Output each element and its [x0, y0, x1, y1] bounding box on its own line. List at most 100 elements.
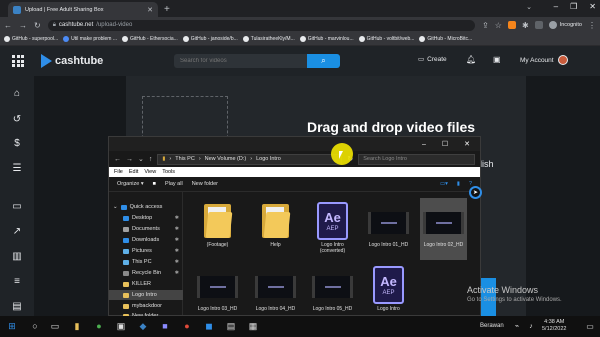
nav-mybackdoor[interactable]: mybackdoor	[109, 301, 183, 311]
dollar-icon[interactable]: $	[11, 138, 23, 149]
browser-menu-icon[interactable]: ⋮	[588, 21, 596, 30]
bookmark-item[interactable]: GitHub - MicroBitc...	[419, 36, 472, 42]
bookmark-item[interactable]: GitHub - janoside/b...	[182, 36, 238, 42]
file-item[interactable]: Logo Intro 03_HD	[194, 262, 241, 324]
file-item[interactable]: Logo Intro 01_HD	[365, 198, 412, 260]
site-logo[interactable]: cashtube	[41, 54, 103, 68]
app-taskbar-icon[interactable]: ▣	[116, 321, 126, 331]
maximize-icon[interactable]: ❐	[570, 2, 577, 11]
new-folder-button[interactable]: New folder	[192, 181, 218, 187]
menu-view[interactable]: View	[144, 169, 156, 175]
reload-icon[interactable]: ↻	[34, 21, 41, 30]
file-item[interactable]: Help	[252, 198, 299, 260]
volume-icon[interactable]: ♪	[526, 321, 536, 331]
app-taskbar-icon-3[interactable]: ●	[182, 321, 192, 331]
menu-edit[interactable]: Edit	[129, 169, 138, 175]
close-tab-icon[interactable]: ✕	[147, 6, 153, 14]
home-icon[interactable]: ⌂	[11, 88, 23, 99]
search-icon[interactable]: ○	[30, 321, 40, 331]
video-icon[interactable]: ▭	[11, 201, 23, 212]
back-icon[interactable]: ←	[4, 21, 12, 30]
nav-logo-intro[interactable]: Logo Intro	[109, 290, 183, 300]
stats-icon[interactable]: ▥	[11, 251, 23, 262]
back-icon[interactable]: ←	[114, 156, 121, 163]
maximize-icon[interactable]: ☐	[442, 140, 448, 148]
apps-grid-icon[interactable]	[12, 55, 24, 67]
file-item[interactable]: Ae AEP Logo Intro (converted)	[309, 198, 356, 260]
path-segment[interactable]: New Volume (D:)	[205, 156, 247, 162]
nav-quick-access[interactable]: ⌄ Quick access	[109, 202, 183, 212]
path-segment[interactable]: This PC	[175, 156, 195, 162]
history-icon[interactable]: ↺	[11, 114, 23, 125]
bookmark-item[interactable]: GitHub - superpool...	[4, 36, 58, 42]
path-segment[interactable]: Logo Intro	[256, 156, 281, 162]
tab-search-icon[interactable]: ⌄	[526, 3, 532, 11]
account-menu[interactable]: My Account	[520, 55, 568, 65]
explorer-search[interactable]: Search Logo Intro	[358, 153, 475, 165]
taskbar-clock[interactable]: 4:38 AM 5/12/2022	[542, 319, 566, 333]
new-tab-icon[interactable]: +	[164, 4, 170, 15]
bookmark-item[interactable]: GitHub - marvinlou...	[299, 36, 354, 42]
minimize-icon[interactable]: –	[554, 2, 558, 11]
play-all-button[interactable]: Play all	[165, 181, 183, 187]
up-icon[interactable]: ↑	[149, 156, 153, 163]
file-item[interactable]: Logo Intro 04_HD	[252, 262, 299, 324]
keyboard-language[interactable]: Berawan	[480, 323, 504, 329]
view-options-icon[interactable]: ■	[153, 181, 156, 187]
task-view-icon[interactable]: ▭	[50, 321, 60, 331]
site-search-input[interactable]	[174, 54, 307, 68]
settings-icon[interactable]: ▤	[11, 301, 23, 312]
file-item[interactable]: (Footage)	[194, 198, 241, 260]
nav-killer[interactable]: KILLER	[109, 279, 183, 289]
incognito-indicator[interactable]: Incognito	[548, 21, 582, 29]
bookmark-star-icon[interactable]: ☆	[495, 21, 502, 30]
recent-locations-icon[interactable]: ⌄	[138, 155, 144, 163]
share-icon[interactable]: ⇪	[482, 21, 489, 30]
close-window-icon[interactable]: ✕	[589, 2, 596, 11]
nav-desktop[interactable]: Desktop ✱	[109, 213, 183, 223]
create-button[interactable]: ▭ Create	[418, 55, 447, 64]
network-icon[interactable]: ⌁	[512, 321, 522, 331]
nav-documents[interactable]: Documents ✱	[109, 224, 183, 234]
explorer-path[interactable]: ▮ › This PC › New Volume (D:) › Logo Int…	[157, 153, 343, 165]
notifications-icon[interactable]: ▭	[585, 321, 595, 331]
notification-bell-icon[interactable]: 🔔︎	[466, 55, 476, 64]
chrome-taskbar-icon[interactable]: ●	[94, 321, 104, 331]
organize-button[interactable]: Organize ▾	[117, 181, 144, 187]
address-bar[interactable]: 🔒︎ cashtube.net/upload-video	[47, 19, 476, 31]
bookmark-item[interactable]: Util make problem ...	[63, 36, 117, 42]
nav-this-pc[interactable]: This PC ✱	[109, 257, 183, 267]
menu-tools[interactable]: Tools	[162, 169, 175, 175]
forward-icon[interactable]: →	[126, 156, 133, 163]
file-explorer-taskbar-icon[interactable]: ▮	[72, 321, 82, 331]
app-taskbar-icon-4[interactable]: ◼	[204, 321, 214, 331]
menu-file[interactable]: File	[114, 169, 123, 175]
extensions-icon[interactable]: ✱	[522, 21, 529, 30]
nav-recycle-bin[interactable]: Recycle Bin ✱	[109, 268, 183, 278]
change-view-icon[interactable]: ▭▾	[440, 181, 448, 187]
sidepanel-icon[interactable]	[534, 21, 543, 29]
file-item[interactable]: Ae AEP Logo Intro	[365, 262, 412, 324]
list-icon[interactable]: ≡	[11, 276, 23, 287]
app-taskbar-icon-6[interactable]: ▦	[248, 321, 258, 331]
file-item-selected[interactable]: Logo Intro 02_HD	[420, 198, 467, 260]
windows-start-icon[interactable]: ⊞	[7, 321, 17, 331]
lock-icon[interactable]: 🔒︎	[53, 22, 56, 29]
forward-icon[interactable]: →	[19, 21, 27, 30]
nav-pictures[interactable]: Pictures ✱	[109, 246, 183, 256]
after-effects-taskbar-icon[interactable]: ■	[160, 321, 170, 331]
nav-downloads[interactable]: Downloads ✱	[109, 235, 183, 245]
bookmark-item[interactable]: TulasiratheeKly/M...	[242, 36, 295, 42]
minimize-icon[interactable]: –	[422, 141, 426, 148]
browser-tab[interactable]: Upload | Free Adult Sharing Box ✕	[8, 2, 158, 17]
close-window-icon[interactable]: ✕	[464, 140, 470, 148]
file-item[interactable]: Logo Intro 05_HD	[309, 262, 356, 324]
metamask-extension-icon[interactable]	[507, 21, 516, 29]
app-taskbar-icon-5[interactable]: ▤	[226, 321, 236, 331]
document-icon[interactable]: ☰	[11, 163, 23, 174]
preview-pane-icon[interactable]: ▮	[457, 181, 460, 187]
app-taskbar-icon-2[interactable]: ◆	[138, 321, 148, 331]
bookmark-item[interactable]: GitHub - voltbit/web...	[358, 36, 414, 42]
site-search-button[interactable]: ⌕	[307, 54, 340, 68]
bookmark-item[interactable]: GitHub - Ethersocia...	[122, 36, 178, 42]
